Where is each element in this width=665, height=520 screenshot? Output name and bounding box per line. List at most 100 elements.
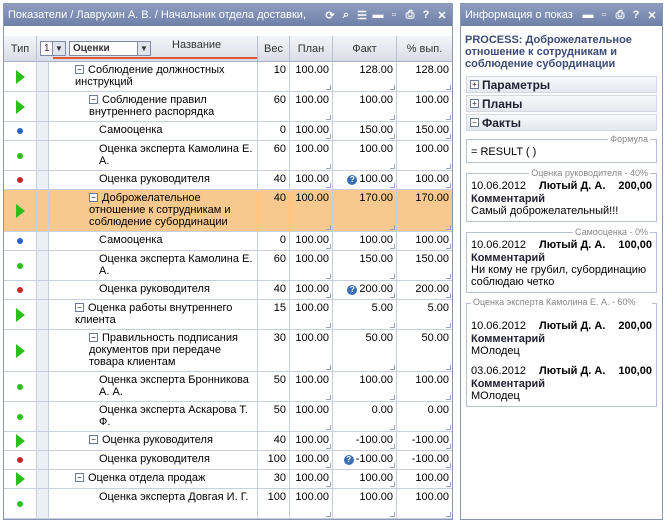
col-weight-header[interactable]: Вес (258, 36, 290, 61)
row-gutter (37, 232, 49, 250)
help-icon[interactable]: ? (628, 7, 644, 23)
fact-author: Лютый Д. А. (539, 239, 606, 251)
info-icon[interactable]: ? (347, 285, 358, 295)
indicator-group-icon (4, 62, 37, 91)
row-pct: 5.00 (397, 300, 452, 329)
print-icon[interactable]: ⎙ (612, 7, 628, 23)
fact-entry[interactable]: 10.06.2012 Лютый Д. А. 100,00 (471, 239, 652, 251)
fact-author: Лютый Д. А. (539, 180, 606, 192)
indicators-title: Показатели / Лаврухин А. В. / Начальник … (8, 9, 306, 21)
print-icon[interactable]: ⎙ (402, 7, 418, 23)
refresh-icon[interactable]: ⟳ (322, 7, 338, 23)
fact-entry[interactable]: 03.06.2012 Лютый Д. А. 100,00 (471, 365, 652, 377)
resize-corner-icon (390, 323, 395, 328)
table-row[interactable]: − Соблюдение должностных инструкций 10 100.… (4, 62, 452, 92)
fact-entry[interactable]: 10.06.2012 Лютый Д. А. 200,00 (471, 320, 652, 332)
status-dot-icon (17, 152, 23, 159)
row-name: Оценка эксперта Довгая И. Г. (49, 489, 258, 518)
table-row[interactable]: − Оценка руководителя 40 100.00 -100.00 -100.… (4, 432, 452, 451)
row-name: Оценка руководителя (49, 171, 258, 189)
table-row[interactable]: − Правильность подписания документов при … (4, 330, 452, 372)
col-type-header[interactable]: Тип (4, 36, 37, 61)
row-weight: 60 (258, 92, 290, 121)
row-fact-value: 200.00 (359, 283, 393, 295)
row-fact-value: 150.00 (359, 253, 393, 265)
row-plan-value: 100.00 (295, 143, 329, 155)
comment-text: МОлодец (471, 345, 520, 357)
table-row[interactable]: Оценка эксперта Камолина Е. А. 60 100.00 10… (4, 141, 452, 171)
process-title: PROCESS: Доброжелательное отношение к со… (465, 34, 632, 70)
row-gutter (37, 432, 49, 450)
search-icon[interactable]: ⌕ (338, 7, 354, 23)
row-pct: 200.00 (397, 281, 452, 299)
help-icon[interactable]: ? (418, 7, 434, 23)
col-name-label[interactable]: Название (172, 39, 221, 51)
table-row[interactable]: Оценка эксперта Камолина Е. А. 60 100.00 15… (4, 251, 452, 281)
collapse-icon[interactable]: − (89, 95, 98, 104)
table-row[interactable]: Оценка эксперта Бронникова А. А. 50 100.00… (4, 372, 452, 402)
resize-corner-icon (390, 134, 395, 139)
status-dot-icon (17, 413, 23, 420)
table-row[interactable]: − Доброжелательное отношение к сотрудника… (4, 190, 452, 232)
col-pct-header[interactable]: % вып. (397, 36, 452, 61)
row-pct: -100.00 (397, 451, 452, 469)
resize-corner-icon (390, 164, 395, 169)
row-pct-value: 100.00 (415, 374, 449, 386)
row-gutter (37, 171, 49, 189)
collapse-icon[interactable]: − (75, 303, 84, 312)
level-select[interactable]: 1 ▼ (40, 41, 66, 56)
row-name: Самооценка (49, 122, 258, 140)
resize-corner-icon (446, 323, 451, 328)
table-row[interactable]: Самооценка 0 100.00 150.00 150.00 (4, 122, 452, 141)
collapse-icon[interactable]: − (89, 333, 98, 342)
row-fact-value: 100.00 (359, 94, 393, 106)
collapse-icon[interactable]: − (89, 435, 98, 444)
scope-select[interactable]: Оценки ▼ (69, 41, 151, 56)
row-name-text: Оценка руководителя (99, 453, 210, 465)
section-params-label: Параметры (482, 77, 551, 92)
minimize-icon[interactable]: ▬ (370, 7, 386, 23)
row-pct: -100.00 (397, 432, 452, 450)
list-icon[interactable]: ☰ (354, 7, 370, 23)
info-icon[interactable]: ? (343, 455, 354, 465)
table-row[interactable]: − Соблюдение правил внутреннего распорядк… (4, 92, 452, 122)
section-params[interactable]: + Параметры (466, 76, 657, 93)
col-plan-header[interactable]: План (290, 36, 333, 61)
collapse-icon[interactable]: − (75, 473, 84, 482)
table-row[interactable]: − Оценка отдела продаж 30 100.00 100.00 100.0… (4, 470, 452, 489)
row-pct-value: 100.00 (415, 234, 449, 246)
close-icon[interactable]: ✕ (434, 7, 450, 23)
table-row[interactable]: Оценка эксперта Довгая И. Г. 100 100.00 100… (4, 489, 452, 519)
row-plan-value: 100.00 (295, 94, 329, 106)
table-row[interactable]: Оценка эксперта Аскарова Т. Ф. 50 100.00 0.… (4, 402, 452, 432)
row-plan-value: 100.00 (295, 192, 329, 204)
restore-icon[interactable]: ▫ (386, 7, 402, 23)
collapse-icon[interactable]: − (75, 65, 84, 74)
fact-date: 10.06.2012 (471, 239, 527, 251)
collapse-icon[interactable]: − (89, 193, 98, 202)
status-dot-icon (17, 457, 23, 463)
section-facts[interactable]: − Факты (466, 114, 657, 131)
row-plan: 100.00 (290, 402, 333, 431)
row-weight-value: 0 (279, 234, 286, 246)
fact-entry[interactable]: 10.06.2012 Лютый Д. А. 200,00 (471, 180, 652, 192)
status-dot-icon (17, 238, 23, 244)
assessment-status-icon (4, 141, 37, 170)
status-dot-icon (17, 128, 23, 134)
table-row[interactable]: − Оценка работы внутреннего клиента 15 100.… (4, 300, 452, 330)
table-row[interactable]: Оценка руководителя 100 100.00? -100.00 -100… (4, 451, 452, 470)
row-name-text: Оценка эксперта Аскарова Т. Ф. (99, 404, 248, 428)
resize-corner-icon (446, 395, 451, 400)
row-weight: 100 (258, 489, 290, 518)
info-icon[interactable]: ? (347, 175, 358, 185)
table-row[interactable]: Самооценка 0 100.00 100.00 100.00 (4, 232, 452, 251)
minimize-icon[interactable]: ▬ (580, 7, 596, 23)
table-row[interactable]: Оценка руководителя 40 100.00? 100.00 100.00 (4, 171, 452, 190)
col-fact-header[interactable]: Факт (333, 36, 397, 61)
restore-icon[interactable]: ▫ (596, 7, 612, 23)
close-icon[interactable]: ✕ (644, 7, 660, 23)
section-plans[interactable]: + Планы (466, 95, 657, 112)
table-row[interactable]: Оценка руководителя 40 100.00? 200.00 200.00 (4, 281, 452, 300)
row-name: Оценка эксперта Камолина Е. А. (49, 141, 258, 170)
row-fact: 150.00 (333, 251, 397, 280)
